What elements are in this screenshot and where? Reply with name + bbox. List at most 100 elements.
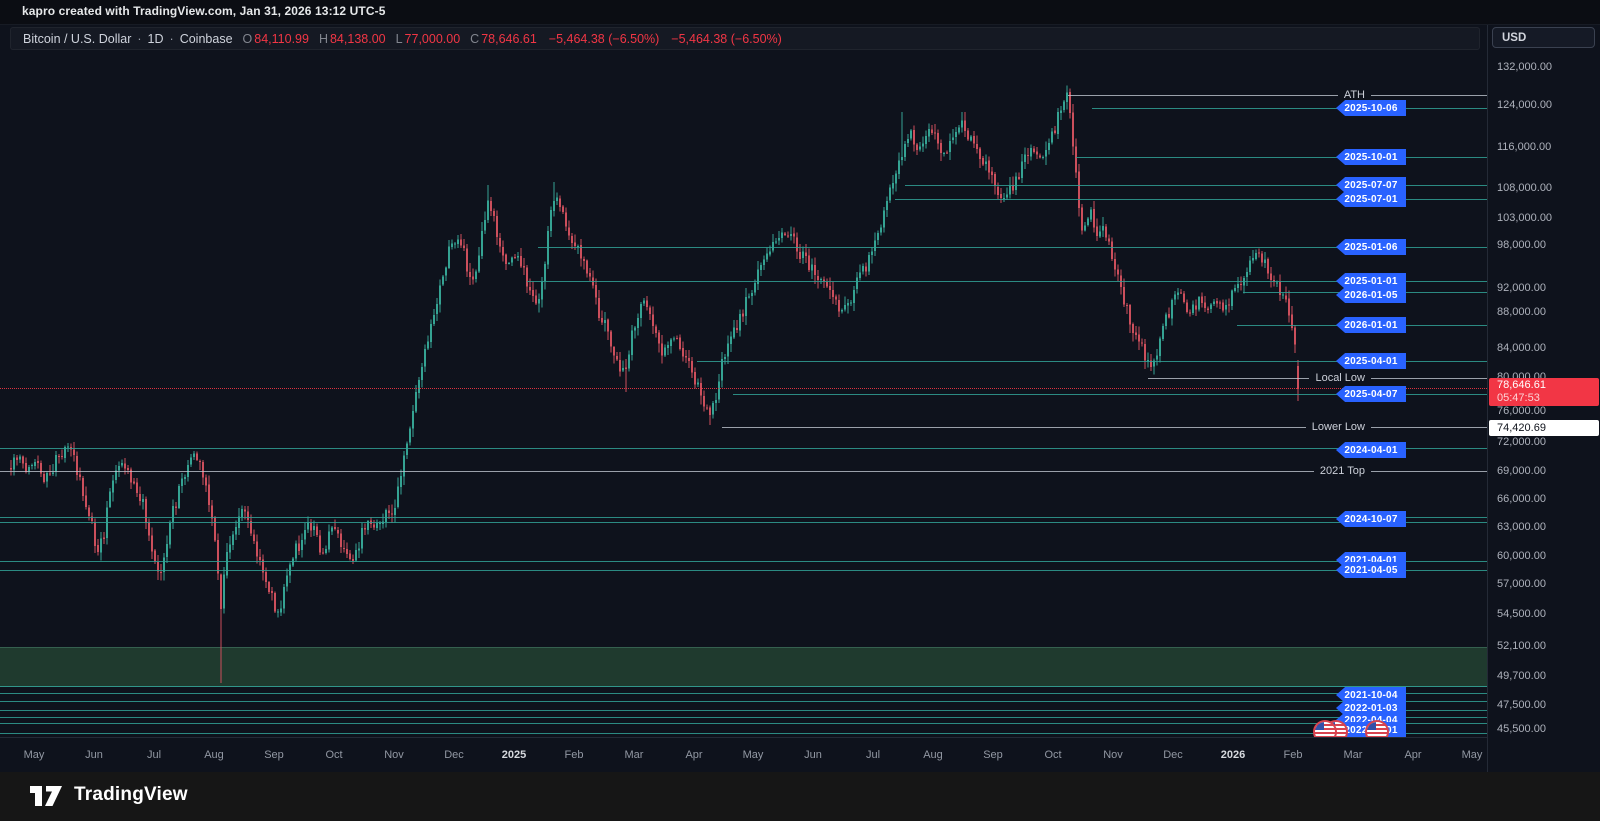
candle-body [490, 201, 492, 211]
chart-pane[interactable]: ATHLocal LowLower Low2021 Top 2025-10-06… [0, 24, 1487, 737]
candle-body [217, 540, 219, 574]
time-tick-month: Dec [444, 749, 464, 761]
candle-body [1099, 232, 1101, 237]
horizontal-level-line[interactable] [0, 733, 1487, 734]
candle-body [13, 457, 15, 469]
symbol-legend[interactable]: Bitcoin / U.S. Dollar · 1D · Coinbase O … [10, 27, 1480, 50]
horizontal-level-line[interactable] [1068, 95, 1487, 96]
horizontal-level-line[interactable] [0, 723, 1487, 724]
candle-body [973, 136, 975, 144]
horizontal-level-line[interactable] [0, 570, 1487, 571]
candle-body [895, 174, 897, 184]
candle-body [670, 340, 672, 347]
candle-body [967, 130, 969, 139]
horizontal-level-line[interactable] [0, 522, 1487, 523]
candle-body [1078, 172, 1080, 209]
date-flag-label[interactable]: 2026-01-05 [1336, 287, 1406, 303]
candle-body [880, 228, 882, 233]
candle-body [355, 550, 357, 560]
candle-body [223, 575, 225, 609]
change-value-repeat: −5,464.38 (−6.50%) [671, 32, 782, 46]
horizontal-level-line[interactable] [0, 693, 1487, 694]
candle-body [1270, 274, 1272, 280]
candle-body [658, 333, 660, 344]
date-flag-label[interactable]: 2025-04-07 [1336, 386, 1406, 402]
last-price-line[interactable] [0, 388, 1487, 389]
candle-body [712, 403, 714, 414]
candle-body [904, 144, 906, 157]
us-flag-event-icon[interactable] [1365, 720, 1389, 737]
horizontal-level-line[interactable] [0, 561, 1487, 562]
candle-body [550, 210, 552, 231]
us-flag-event-icon[interactable] [1313, 720, 1337, 737]
date-flag-label[interactable]: 2025-01-01 [1336, 273, 1406, 289]
date-flag-label[interactable]: 2025-01-06 [1336, 239, 1406, 255]
high-label: H [319, 32, 328, 46]
horizontal-level-line[interactable] [722, 427, 1487, 428]
candle-body [952, 138, 954, 141]
date-flag-label[interactable]: 2024-04-01 [1336, 442, 1406, 458]
date-flag-label[interactable]: 2025-04-01 [1336, 353, 1406, 369]
horizontal-level-line[interactable] [0, 471, 1487, 472]
candle-body [589, 273, 591, 277]
candle-body [1282, 295, 1284, 296]
time-axis[interactable]: MayJunJulAugSepOctNovDec2025FebMarAprMay… [0, 737, 1487, 773]
horizontal-level-line[interactable] [0, 710, 1487, 711]
symbol-title[interactable]: Bitcoin / U.S. Dollar [23, 32, 131, 46]
tradingview-wordmark[interactable]: TradingView [74, 784, 188, 806]
horizontal-level-line[interactable] [0, 686, 1487, 687]
bar-countdown: 05:47:53 [1497, 392, 1599, 405]
candle-body [649, 307, 651, 314]
candle-body [199, 461, 201, 462]
candle-body [736, 328, 738, 330]
candle-body [802, 252, 804, 258]
price-tick-label: 66,000.00 [1497, 493, 1546, 505]
candle-body [1198, 297, 1200, 310]
candle-body [532, 290, 534, 296]
date-flag-label[interactable]: 2026-01-01 [1336, 317, 1406, 333]
candle-body [139, 494, 141, 501]
candle-body [1180, 293, 1182, 294]
date-flag-label[interactable]: 2025-07-01 [1336, 191, 1406, 207]
change-value: −5,464.38 (−6.50%) [549, 32, 660, 46]
horizontal-level-line[interactable] [0, 717, 1487, 718]
candle-body [946, 152, 948, 153]
candle-body [136, 483, 138, 493]
date-flag-label[interactable]: 2025-07-07 [1336, 177, 1406, 193]
date-flag-label[interactable]: 2024-10-07 [1336, 511, 1406, 527]
candle-body [124, 463, 126, 468]
date-flag-label[interactable]: 2021-04-05 [1336, 562, 1406, 578]
date-flag-label[interactable]: 2025-10-06 [1336, 100, 1406, 116]
date-flag-label[interactable]: 2025-10-01 [1336, 149, 1406, 165]
price-tick-label: 49,700.00 [1497, 670, 1546, 682]
price-axis[interactable]: USD 132,000.00124,000.00116,000.00108,00… [1487, 24, 1600, 772]
candle-body [1228, 304, 1230, 305]
candle-body [319, 535, 321, 552]
interval-label[interactable]: 1D [148, 32, 164, 46]
candle-body [1096, 227, 1098, 236]
candle-body [565, 213, 567, 227]
candle-body [601, 318, 603, 322]
tradingview-logo-icon[interactable] [30, 783, 64, 809]
horizontal-level-line[interactable] [1076, 157, 1487, 158]
currency-button[interactable]: USD [1492, 27, 1595, 48]
candle-body [700, 383, 702, 396]
candle-body [376, 523, 378, 528]
candle-body [937, 133, 939, 144]
candle-body [16, 457, 18, 460]
candlestick-chart[interactable] [0, 24, 1487, 737]
candle-body [691, 361, 693, 372]
candle-body [1129, 305, 1131, 325]
horizontal-level-line[interactable] [0, 517, 1487, 518]
candle-body [436, 304, 438, 314]
horizontal-level-line[interactable] [0, 448, 1487, 449]
candle-body [409, 429, 411, 443]
candle-body [445, 268, 447, 276]
horizontal-level-line[interactable] [0, 701, 1487, 702]
candle-body [1213, 302, 1215, 305]
horizontal-level-line[interactable] [1092, 108, 1487, 109]
candle-body [568, 227, 570, 235]
candle-body [52, 473, 54, 474]
candle-body [961, 120, 963, 127]
low-value: 77,000.00 [405, 32, 461, 46]
